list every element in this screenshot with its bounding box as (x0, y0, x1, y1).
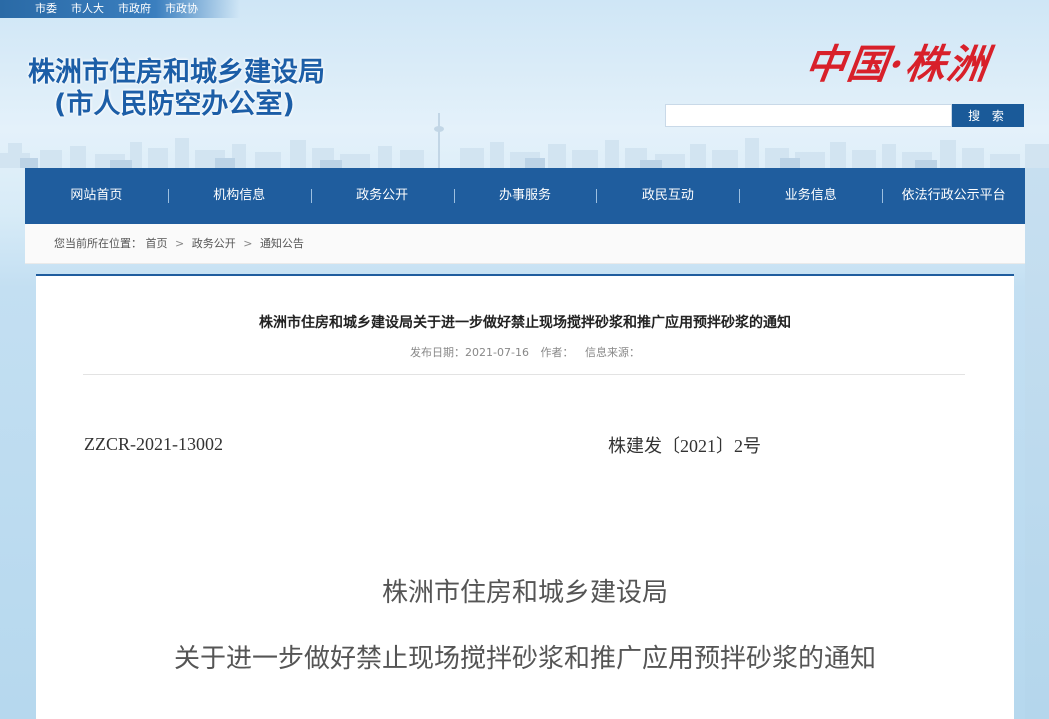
document-issuer-heading: 株洲市住房和城乡建设局 (381, 578, 668, 608)
author-label: 作者： (540, 346, 574, 359)
nav-item-law-platform[interactable]: 依法行政公示平台 (882, 168, 1025, 224)
nav-item-public-affairs[interactable]: 政务公开 (310, 168, 454, 224)
breadcrumb-separator: > (175, 237, 185, 250)
tv-tower-image (434, 113, 444, 168)
top-link-party-committee[interactable]: 市委 (35, 0, 67, 18)
document-subject-heading: 关于进一步做好禁止现场搅拌砂浆和推广应用预拌砂浆的通知 (173, 644, 876, 674)
breadcrumb-separator: > (243, 237, 253, 250)
breadcrumb-item-public-affairs[interactable]: 政务公开 (192, 237, 236, 250)
top-link-peoples-congress[interactable]: 市人大 (67, 0, 114, 18)
nav-item-home[interactable]: 网站首页 (25, 168, 168, 224)
article-meta: 发布日期：2021-07-16 作者： 信息来源： (36, 344, 1014, 360)
china-zhuzhou-logo: 中国·株洲 (802, 41, 993, 88)
document-code: ZZCR-2021-13002 (84, 434, 223, 454)
breadcrumb-prefix: 您当前所在位置： (54, 237, 142, 250)
publish-date: 发布日期：2021-07-16 (410, 346, 529, 359)
top-link-cppcc[interactable]: 市政协 (161, 0, 208, 18)
top-links-bar: 市委 市人大 市政府 市政协 (0, 0, 240, 18)
search-button[interactable]: 搜 索 (952, 104, 1024, 127)
nav-item-business-info[interactable]: 业务信息 (739, 168, 882, 224)
main-nav: 网站首页 机构信息 政务公开 办事服务 政民互动 业务信息 依法行政公示平台 (25, 168, 1025, 224)
source-label: 信息来源： (584, 346, 640, 359)
nav-item-organization[interactable]: 机构信息 (167, 168, 311, 224)
breadcrumb-item-notices[interactable]: 通知公告 (260, 237, 304, 250)
search-box: 搜 索 (665, 104, 1024, 127)
article-panel: 株洲市住房和城乡建设局关于进一步做好禁止现场搅拌砂浆和推广应用预拌砂浆的通知 发… (36, 274, 1014, 719)
right-background-edge (1025, 168, 1049, 719)
search-input[interactable] (665, 104, 952, 127)
document-number: 株建发〔2021〕2号 (608, 436, 761, 456)
site-subtitle: (市人民防空办公室) (54, 89, 295, 120)
top-link-government[interactable]: 市政府 (114, 0, 161, 18)
breadcrumb-item-home[interactable]: 首页 (146, 237, 168, 250)
article-divider (83, 374, 965, 375)
nav-item-services[interactable]: 办事服务 (453, 168, 597, 224)
article-title: 株洲市住房和城乡建设局关于进一步做好禁止现场搅拌砂浆和推广应用预拌砂浆的通知 (259, 315, 791, 331)
breadcrumb: 您当前所在位置： 首页 > 政务公开 > 通知公告 (25, 224, 1025, 264)
city-skyline-image (0, 138, 1049, 168)
nav-item-interaction[interactable]: 政民互动 (596, 168, 739, 224)
site-header: 株洲市住房和城乡建设局 (市人民防空办公室) 中国·株洲 搜 索 (0, 18, 1049, 168)
